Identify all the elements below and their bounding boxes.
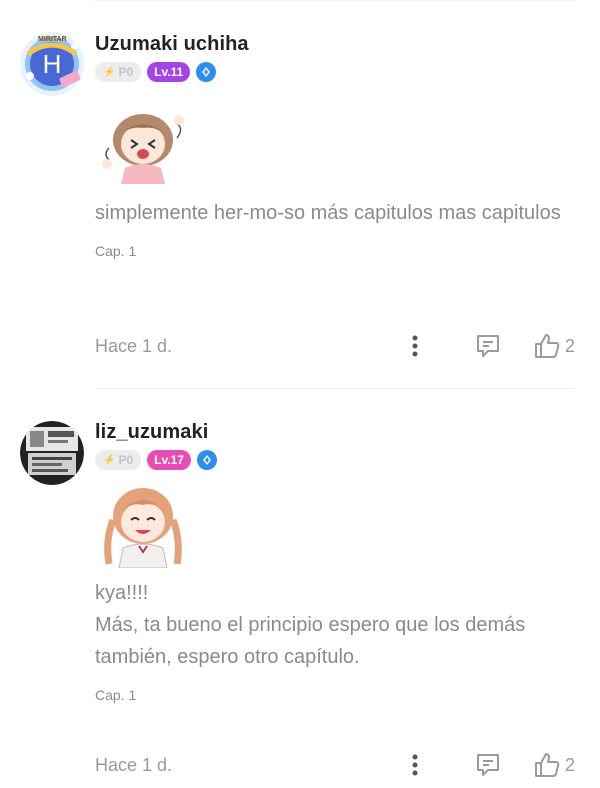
bolt-icon: ⚡ (103, 66, 116, 78)
thumbs-up-icon (534, 334, 560, 358)
comment-item: liz_uzumaki ⚡ P0 Lv.17 kya!!!! Más, ta b… (0, 389, 600, 788)
verified-icon (196, 450, 217, 470)
timestamp: Hace 1 d. (95, 335, 173, 356)
like-count: 2 (564, 754, 575, 775)
avatar-letter: H (42, 49, 62, 79)
user-badges: ⚡ P0 Lv.17 (95, 450, 575, 470)
verified-icon (196, 62, 217, 82)
timestamp: Hace 1 d. (95, 754, 173, 775)
comment-footer: Hace 1 d. 2 (95, 331, 575, 361)
comment-item: MIRITAR H Uzumaki uchiha ⚡ P0 Lv.11 simp… (0, 0, 600, 388)
like-count: 2 (564, 335, 575, 356)
points-badge: ⚡ P0 (95, 450, 142, 470)
points-badge: ⚡ P0 (95, 62, 142, 82)
more-options-icon[interactable] (405, 754, 425, 776)
like-button[interactable]: 2 (533, 332, 575, 360)
level-badge: Lv.17 (147, 450, 191, 470)
avatar[interactable] (20, 421, 84, 485)
bolt-icon: ⚡ (103, 454, 116, 466)
avatar-banner: MIRITAR (38, 36, 67, 43)
username[interactable]: Uzumaki uchiha (95, 33, 575, 56)
points-value: P0 (118, 453, 134, 467)
username[interactable]: liz_uzumaki (95, 421, 575, 444)
reply-icon[interactable] (473, 332, 503, 360)
sticker-image (95, 480, 575, 573)
comment-text: simplemente her-mo-so más capitulos mas … (95, 202, 561, 224)
level-badge: Lv.11 (147, 62, 191, 82)
comment-body: liz_uzumaki ⚡ P0 Lv.17 kya!!!! Más, ta b… (95, 421, 575, 703)
more-options-icon[interactable] (405, 335, 425, 357)
reply-icon[interactable] (473, 751, 503, 779)
avatar[interactable]: MIRITAR H (20, 32, 84, 96)
comment-footer: Hace 1 d. 2 (95, 750, 575, 780)
thumbs-up-icon (534, 753, 560, 777)
comment-body: Uzumaki uchiha ⚡ P0 Lv.11 simplemente he… (95, 33, 575, 259)
user-badges: ⚡ P0 Lv.11 (95, 62, 575, 82)
chapter-label[interactable]: Cap. 1 (95, 243, 575, 259)
comment-text: kya!!!! Más, ta bueno el principio esper… (95, 582, 526, 668)
points-value: P0 (118, 65, 134, 79)
chapter-label[interactable]: Cap. 1 (95, 687, 575, 703)
sticker-image (95, 104, 575, 189)
like-button[interactable]: 2 (533, 751, 575, 779)
